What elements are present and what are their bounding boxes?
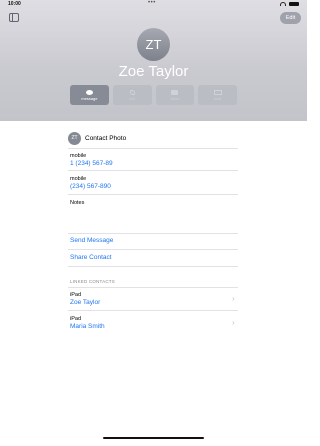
status-time: 10:00 [8, 1, 21, 7]
avatar: ZT [137, 28, 170, 61]
linked-contact-source: iPad [70, 316, 82, 322]
video-label: video [170, 95, 180, 101]
mail-label: mail [213, 95, 222, 101]
divider [68, 266, 238, 267]
edit-button[interactable]: Edit [280, 12, 301, 24]
status-indicators [280, 2, 299, 6]
multitasking-dots[interactable]: ••• [148, 0, 156, 6]
send-message-link[interactable]: Send Message [70, 237, 113, 244]
linked-contact-name: Maria Smith [70, 323, 105, 330]
message-icon [85, 89, 93, 95]
call-label: call [129, 95, 136, 101]
divider [68, 148, 238, 149]
divider [68, 249, 238, 250]
sidebar-toggle-icon[interactable] [9, 13, 19, 22]
chevron-right-icon: › [232, 294, 235, 303]
contact-name: Zoe Taylor [118, 63, 189, 80]
wifi-icon [280, 2, 286, 6]
divider [68, 287, 238, 288]
phone-number-2[interactable]: (234) 567-890 [70, 183, 111, 190]
battery-icon [289, 2, 299, 6]
phone-label-1: mobile [70, 153, 87, 159]
linked-contacts-header: LINKED CONTACTS [70, 279, 115, 284]
divider [68, 194, 238, 195]
linked-contact-source: iPad [70, 292, 82, 298]
divider [68, 170, 238, 171]
contact-photo-label: Contact Photo [85, 134, 127, 142]
action-buttons: message call video mail [70, 85, 237, 105]
phone-icon [129, 89, 135, 95]
linked-contact-name: Zoe Taylor [70, 299, 101, 306]
call-button[interactable]: call [112, 85, 152, 105]
share-contact-link[interactable]: Share Contact [70, 254, 112, 261]
contact-header: 10:00 ••• Edit ZT Zoe Taylor message cal… [0, 0, 307, 121]
phone-number-1[interactable]: 1 (234) 567-89 [70, 160, 113, 167]
contact-photo-row[interactable]: ZT Contact Photo [68, 130, 238, 146]
notes-label[interactable]: Notes [70, 200, 84, 206]
video-icon [171, 89, 179, 95]
divider [68, 310, 238, 311]
chevron-right-icon: › [232, 318, 235, 327]
video-button[interactable]: video [155, 85, 195, 105]
contact-photo-avatar: ZT [68, 131, 81, 145]
message-button[interactable]: message [70, 85, 109, 105]
phone-label-2: mobile [70, 176, 87, 182]
mail-icon [213, 89, 222, 95]
home-indicator[interactable] [103, 437, 204, 439]
mail-button[interactable]: mail [198, 85, 237, 105]
message-label: message [81, 95, 98, 101]
divider [68, 233, 238, 234]
